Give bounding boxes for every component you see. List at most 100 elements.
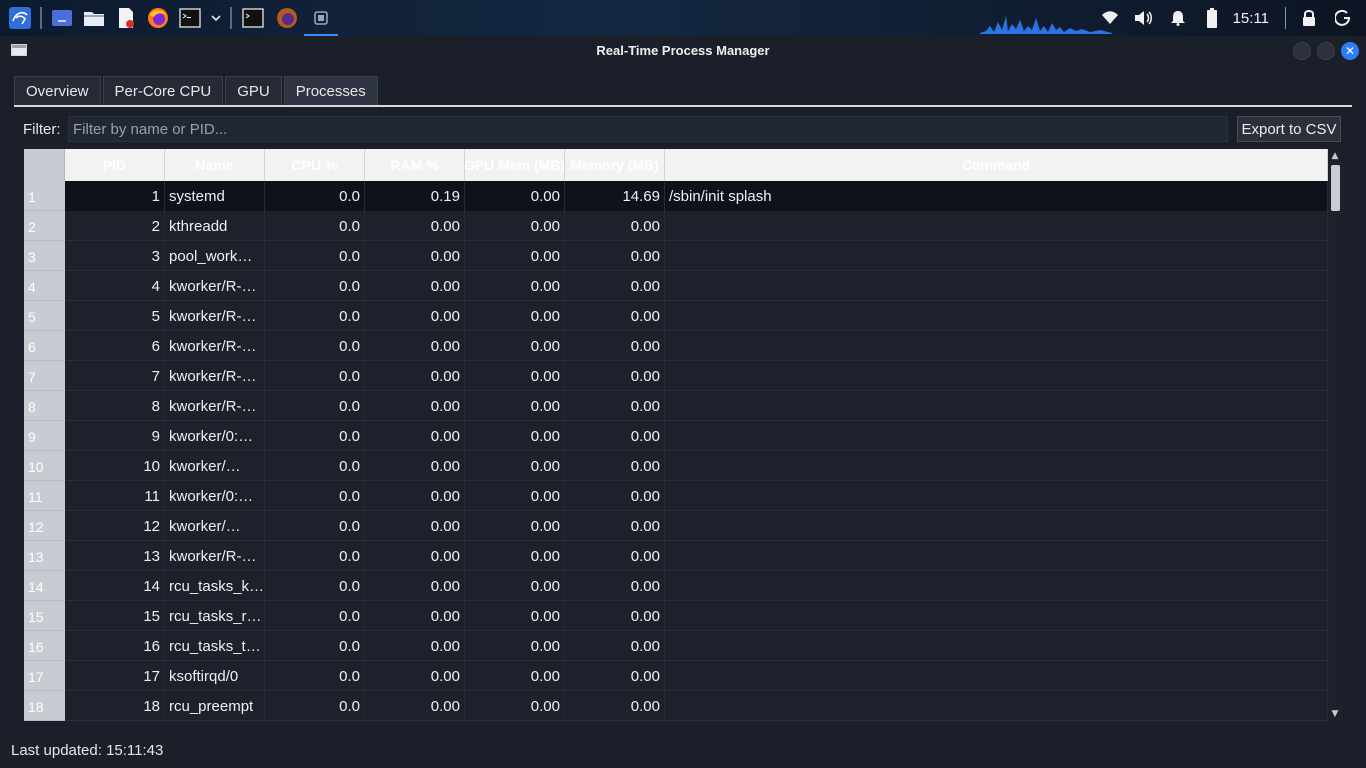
pid-cell[interactable]: 6 [65, 331, 165, 361]
gpu-mem-cell[interactable]: 0.00 [465, 361, 565, 391]
gpu-mem-cell[interactable]: 0.00 [465, 391, 565, 421]
ram-cell[interactable]: 0.00 [365, 631, 465, 661]
command-cell[interactable] [665, 421, 1328, 451]
tab-per-core-cpu[interactable]: Per-Core CPU [102, 76, 224, 106]
table-row[interactable]: 5 5 kworker/R-… 0.0 0.00 0.00 0.00 [24, 301, 1328, 331]
command-cell[interactable] [665, 301, 1328, 331]
memory-cell[interactable]: 0.00 [565, 571, 665, 601]
ram-cell[interactable]: 0.00 [365, 601, 465, 631]
pid-cell[interactable]: 2 [65, 211, 165, 241]
name-cell[interactable]: kworker/R-… [165, 541, 265, 571]
ram-cell[interactable]: 0.00 [365, 541, 465, 571]
row-number[interactable]: 8 [24, 391, 65, 421]
vertical-scrollbar[interactable]: ▲ ▼ [1328, 149, 1342, 721]
cpu-cell[interactable]: 0.0 [265, 301, 365, 331]
scroll-up-icon[interactable]: ▲ [1328, 149, 1342, 163]
pid-cell[interactable]: 12 [65, 511, 165, 541]
cpu-cell[interactable]: 0.0 [265, 601, 365, 631]
pid-cell[interactable]: 4 [65, 271, 165, 301]
table-row[interactable]: 9 9 kworker/0:… 0.0 0.00 0.00 0.00 [24, 421, 1328, 451]
table-row[interactable]: 7 7 kworker/R-… 0.0 0.00 0.00 0.00 [24, 361, 1328, 391]
memory-cell[interactable]: 0.00 [565, 241, 665, 271]
memory-cell[interactable]: 0.00 [565, 511, 665, 541]
row-number[interactable]: 14 [24, 571, 65, 601]
memory-cell[interactable]: 0.00 [565, 481, 665, 511]
memory-cell[interactable]: 14.69 [565, 181, 665, 211]
gpu-mem-cell[interactable]: 0.00 [465, 541, 565, 571]
ram-cell[interactable]: 0.00 [365, 691, 465, 721]
name-cell[interactable]: kthreadd [165, 211, 265, 241]
scroll-down-icon[interactable]: ▼ [1328, 707, 1342, 721]
table-row[interactable]: 10 10 kworker/… 0.0 0.00 0.00 0.00 [24, 451, 1328, 481]
table-row[interactable]: 4 4 kworker/R-… 0.0 0.00 0.00 0.00 [24, 271, 1328, 301]
gpu-mem-cell[interactable]: 0.00 [465, 331, 565, 361]
gpu-mem-cell[interactable]: 0.00 [465, 601, 565, 631]
cpu-cell[interactable]: 0.0 [265, 631, 365, 661]
gpu-mem-cell[interactable]: 0.00 [465, 271, 565, 301]
table-row[interactable]: 13 13 kworker/R-… 0.0 0.00 0.00 0.00 [24, 541, 1328, 571]
row-number[interactable]: 4 [24, 271, 65, 301]
ram-cell[interactable]: 0.00 [365, 571, 465, 601]
app-window-icon[interactable] [304, 2, 338, 36]
name-cell[interactable]: systemd [165, 181, 265, 211]
pid-cell[interactable]: 14 [65, 571, 165, 601]
name-cell[interactable]: ksoftirqd/0 [165, 661, 265, 691]
column-header-command[interactable]: Command [665, 149, 1328, 181]
row-number[interactable]: 3 [24, 241, 65, 271]
memory-cell[interactable]: 0.00 [565, 391, 665, 421]
command-cell[interactable] [665, 601, 1328, 631]
memory-cell[interactable]: 0.00 [565, 361, 665, 391]
column-header-ram[interactable]: RAM % [365, 149, 465, 181]
ram-cell[interactable]: 0.00 [365, 421, 465, 451]
row-number[interactable]: 16 [24, 631, 65, 661]
volume-icon[interactable] [1127, 0, 1161, 36]
table-row[interactable]: 6 6 kworker/R-… 0.0 0.00 0.00 0.00 [24, 331, 1328, 361]
terminal-icon[interactable] [174, 2, 206, 34]
tab-gpu[interactable]: GPU [225, 76, 282, 106]
ram-cell[interactable]: 0.00 [365, 301, 465, 331]
row-number[interactable]: 9 [24, 421, 65, 451]
table-row[interactable]: 17 17 ksoftirqd/0 0.0 0.00 0.00 0.00 [24, 661, 1328, 691]
pid-cell[interactable]: 9 [65, 421, 165, 451]
close-button[interactable]: ✕ [1341, 42, 1359, 60]
memory-cell[interactable]: 0.00 [565, 541, 665, 571]
command-cell[interactable] [665, 571, 1328, 601]
power-icon[interactable] [1326, 0, 1360, 36]
pid-cell[interactable]: 16 [65, 631, 165, 661]
command-cell[interactable] [665, 361, 1328, 391]
gpu-mem-cell[interactable]: 0.00 [465, 301, 565, 331]
scrollbar-thumb[interactable] [1331, 165, 1340, 211]
table-row[interactable]: 3 3 pool_work… 0.0 0.00 0.00 0.00 [24, 241, 1328, 271]
memory-cell[interactable]: 0.00 [565, 271, 665, 301]
lock-icon[interactable] [1292, 0, 1326, 36]
table-row[interactable]: 1 1 systemd 0.0 0.19 0.00 14.69/sbin/init spla… [24, 181, 1328, 211]
command-cell[interactable] [665, 691, 1328, 721]
ram-cell[interactable]: 0.00 [365, 391, 465, 421]
memory-cell[interactable]: 0.00 [565, 211, 665, 241]
pid-cell[interactable]: 11 [65, 481, 165, 511]
files-icon[interactable] [78, 2, 110, 34]
ram-cell[interactable]: 0.00 [365, 211, 465, 241]
table-row[interactable]: 11 11 kworker/0:… 0.0 0.00 0.00 0.00 [24, 481, 1328, 511]
gpu-mem-cell[interactable]: 0.00 [465, 571, 565, 601]
table-row[interactable]: 8 8 kworker/R-… 0.0 0.00 0.00 0.00 [24, 391, 1328, 421]
pid-cell[interactable]: 17 [65, 661, 165, 691]
chevron-down-icon[interactable] [206, 2, 226, 34]
ram-cell[interactable]: 0.00 [365, 361, 465, 391]
command-cell[interactable]: /sbin/init splash [665, 181, 1328, 211]
command-cell[interactable] [665, 211, 1328, 241]
command-cell[interactable] [665, 631, 1328, 661]
name-cell[interactable]: kworker/0:… [165, 481, 265, 511]
gpu-mem-cell[interactable]: 0.00 [465, 451, 565, 481]
name-cell[interactable]: rcu_tasks_r… [165, 601, 265, 631]
memory-cell[interactable]: 0.00 [565, 331, 665, 361]
memory-cell[interactable]: 0.00 [565, 691, 665, 721]
row-number[interactable]: 6 [24, 331, 65, 361]
command-cell[interactable] [665, 661, 1328, 691]
cpu-cell[interactable]: 0.0 [265, 691, 365, 721]
name-cell[interactable]: kworker/R-… [165, 271, 265, 301]
filter-input[interactable] [68, 116, 1228, 142]
name-cell[interactable]: kworker/R-… [165, 391, 265, 421]
row-number[interactable]: 13 [24, 541, 65, 571]
command-cell[interactable] [665, 391, 1328, 421]
